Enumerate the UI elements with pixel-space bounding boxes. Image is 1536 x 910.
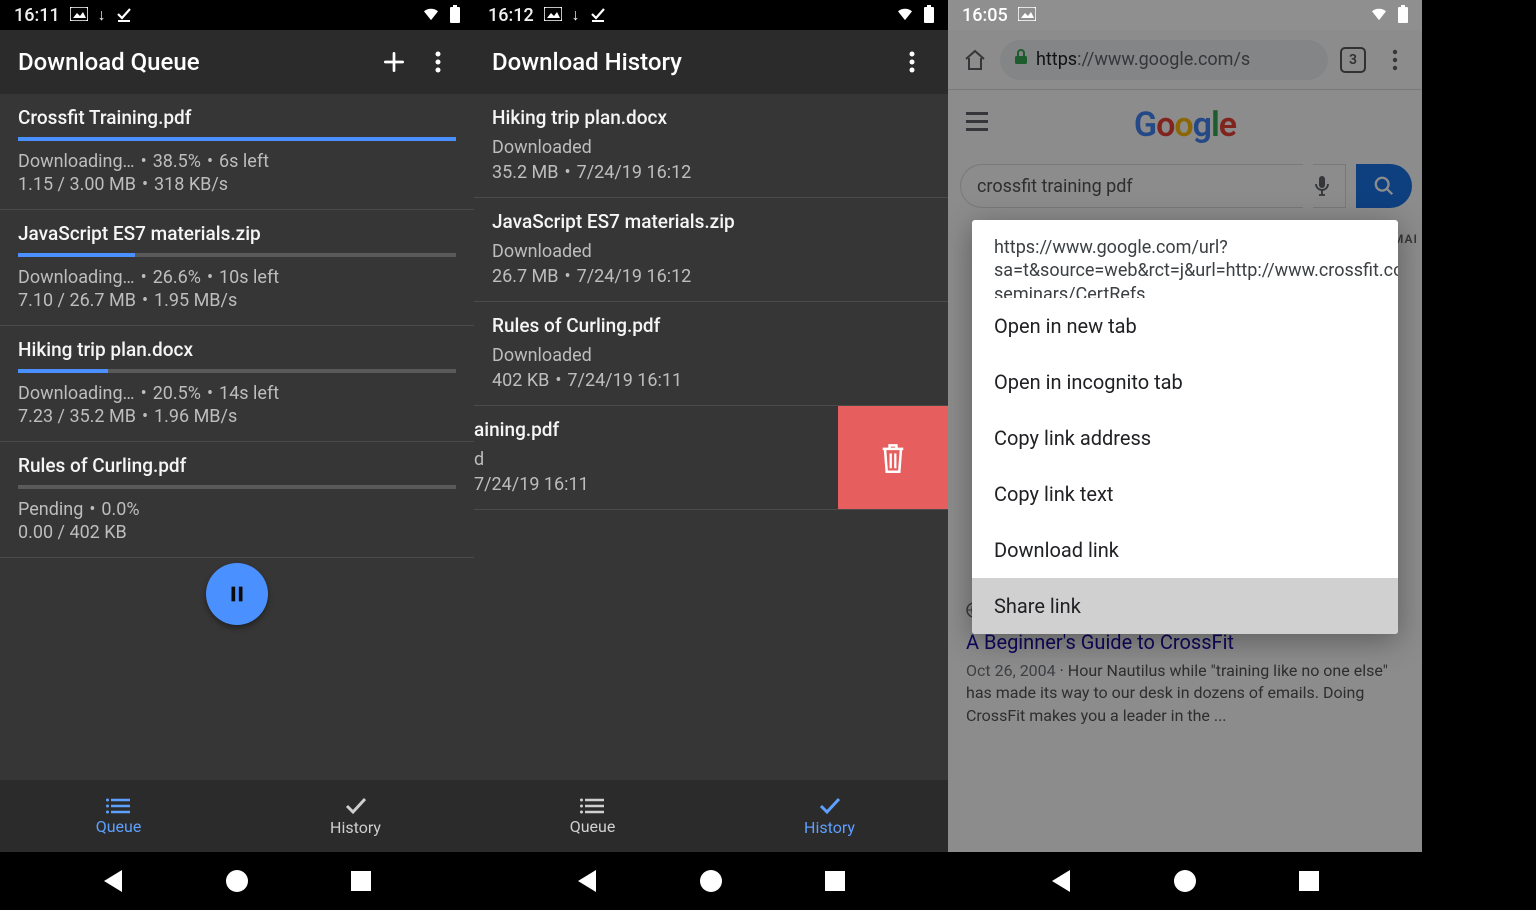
download-item[interactable]: Hiking trip plan.docx Downloading…•20.5%… xyxy=(0,326,474,442)
add-button[interactable] xyxy=(376,44,412,80)
recents-button[interactable] xyxy=(1298,870,1320,892)
file-title: Rules of Curling.pdf xyxy=(18,454,456,477)
app-bar: Download Queue xyxy=(0,30,474,94)
history-item[interactable]: Rules of Curling.pdf Downloaded 402 KB•7… xyxy=(474,302,948,406)
download-arrow-icon: ↓ xyxy=(98,7,106,23)
back-button[interactable] xyxy=(1050,870,1072,892)
page-title: Download History xyxy=(492,48,886,76)
tab-label: Queue xyxy=(96,817,142,836)
more-button[interactable] xyxy=(894,44,930,80)
home-button[interactable] xyxy=(226,870,248,892)
back-button[interactable] xyxy=(576,870,598,892)
download-arrow-icon: ↓ xyxy=(572,7,580,23)
bottom-nav: Queue History xyxy=(474,780,948,852)
tab-history[interactable]: History xyxy=(237,780,474,852)
delete-button[interactable] xyxy=(838,406,948,509)
download-done-icon xyxy=(590,6,606,25)
status-text: Downloaded xyxy=(492,137,930,158)
system-nav xyxy=(0,852,474,910)
progress-bar xyxy=(18,369,456,373)
home-button[interactable] xyxy=(1174,870,1196,892)
tab-label: History xyxy=(804,818,855,837)
status-time: 16:11 xyxy=(14,5,60,26)
menu-share-link[interactable]: Share link xyxy=(972,578,1398,634)
history-item[interactable]: Hiking trip plan.docx Downloaded 35.2 MB… xyxy=(474,94,948,198)
more-button[interactable] xyxy=(420,44,456,80)
file-title: JavaScript ES7 materials.zip xyxy=(18,222,456,245)
page-title: Download Queue xyxy=(18,48,368,76)
tab-history[interactable]: History xyxy=(711,780,948,852)
battery-icon xyxy=(450,5,460,26)
recents-button[interactable] xyxy=(350,870,372,892)
status-time: 16:12 xyxy=(488,5,534,26)
battery-icon xyxy=(924,5,934,26)
percent: 38.5% xyxy=(153,151,201,172)
tab-label: Queue xyxy=(570,817,616,836)
tab-queue[interactable]: Queue xyxy=(0,780,237,852)
history-item[interactable]: JavaScript ES7 materials.zip Downloaded … xyxy=(474,198,948,302)
menu-download-link[interactable]: Download link xyxy=(972,522,1398,578)
recents-button[interactable] xyxy=(824,870,846,892)
progress-bar xyxy=(18,137,456,141)
app-bar: Download History xyxy=(474,30,948,94)
home-button[interactable] xyxy=(700,870,722,892)
history-item-swiped[interactable]: aining.pdf d 7/24/19 16:11 xyxy=(474,406,948,510)
wifi-icon xyxy=(896,7,914,24)
sizes: 1.15 / 3.00 MB xyxy=(18,174,136,195)
pause-all-button[interactable] xyxy=(206,563,268,625)
tab-queue[interactable]: Queue xyxy=(474,780,711,852)
file-title: aining.pdf xyxy=(474,418,820,441)
download-item[interactable]: JavaScript ES7 materials.zip Downloading… xyxy=(0,210,474,326)
system-nav xyxy=(474,852,948,910)
image-icon xyxy=(544,7,562,24)
status-bar: 16:12 ↓ xyxy=(474,0,948,30)
download-item[interactable]: Rules of Curling.pdf Pending•0.0% 0.00 /… xyxy=(0,442,474,558)
eta: 6s left xyxy=(219,151,269,172)
status-text: Downloading… xyxy=(18,151,135,172)
menu-copy-text[interactable]: Copy link text xyxy=(972,466,1398,522)
image-icon xyxy=(1018,7,1036,24)
menu-open-new-tab[interactable]: Open in new tab xyxy=(972,298,1398,354)
history-list: Hiking trip plan.docx Downloaded 35.2 MB… xyxy=(474,94,948,780)
tab-label: History xyxy=(330,818,381,837)
progress-bar xyxy=(18,485,456,489)
file-title: Hiking trip plan.docx xyxy=(18,338,456,361)
download-done-icon xyxy=(116,6,132,25)
file-title: Hiking trip plan.docx xyxy=(492,106,930,129)
wifi-icon xyxy=(1370,7,1388,24)
menu-copy-address[interactable]: Copy link address xyxy=(972,410,1398,466)
menu-open-incognito[interactable]: Open in incognito tab xyxy=(972,354,1398,410)
speed: 318 KB/s xyxy=(154,174,228,195)
status-time: 16:05 xyxy=(962,5,1008,26)
system-nav xyxy=(948,852,1422,910)
back-button[interactable] xyxy=(102,870,124,892)
battery-icon xyxy=(1398,5,1408,26)
context-menu: https://www.google.com/url?sa=t&source=w… xyxy=(972,220,1398,634)
status-bar: 16:11 ↓ xyxy=(0,0,474,30)
wifi-icon xyxy=(422,7,440,24)
image-icon xyxy=(70,7,88,24)
popup-url: https://www.google.com/url?sa=t&source=w… xyxy=(972,220,1398,298)
bottom-nav: Queue History xyxy=(0,780,474,852)
status-bar: 16:05 xyxy=(948,0,1422,30)
download-item[interactable]: Crossfit Training.pdf Downloading…•38.5%… xyxy=(0,94,474,210)
file-title: Crossfit Training.pdf xyxy=(18,106,456,129)
download-list: Crossfit Training.pdf Downloading…•38.5%… xyxy=(0,94,474,780)
progress-bar xyxy=(18,253,456,257)
